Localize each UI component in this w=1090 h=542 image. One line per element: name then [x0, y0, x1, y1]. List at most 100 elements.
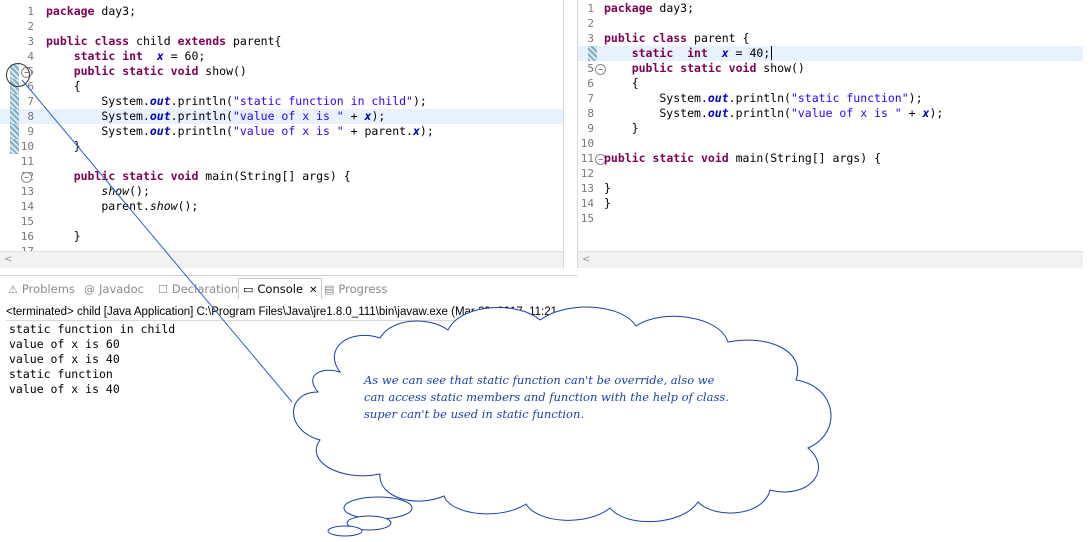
code-token: void [170, 169, 199, 183]
code-line[interactable]: 14 parent.show(); [0, 199, 563, 214]
code-line[interactable]: 12 [578, 166, 1083, 181]
editor-child-java[interactable]: 1 package day3; 2 3 public class child exten… [0, 0, 564, 268]
line-number: 11 [580, 152, 594, 165]
code-line[interactable]: 8 System.out.println("value of x is " + … [0, 109, 563, 124]
tab-label: Javadoc [99, 282, 144, 296]
close-icon[interactable]: ✕ [309, 285, 317, 296]
code-line[interactable]: 7 System.out.println("static function"); [578, 91, 1083, 106]
code-token: "static function" [790, 91, 909, 105]
code-line[interactable]: 7 System.out.println("static function in… [0, 94, 563, 109]
code-token: System. [46, 124, 150, 138]
code-token: ); [419, 124, 434, 138]
horizontal-scrollbar[interactable]: < [578, 251, 1083, 268]
line-number: 14 [580, 197, 594, 210]
code-token: .println( [728, 91, 791, 105]
tab-declaration[interactable]: ☐ Declaration [158, 280, 238, 298]
code-token: public [604, 151, 646, 165]
line-number: 10 [580, 137, 594, 150]
tab-label: Declaration [171, 282, 239, 296]
code-line[interactable]: 9 } [578, 121, 1083, 136]
code-line[interactable]: 1 package day3; [578, 1, 1083, 16]
code-line[interactable]: 13 show(); [0, 184, 563, 199]
tab-progress[interactable]: ▤ Progress [324, 280, 387, 298]
line-number: 4 [27, 50, 34, 63]
line-number: 15 [580, 212, 594, 225]
code-line[interactable]: 1 package day3; [0, 4, 563, 19]
code-line[interactable]: 16 } [0, 229, 563, 244]
code-line[interactable]: 4 static int x = 60; [0, 49, 563, 64]
line-number: 6 [587, 77, 594, 90]
code-line[interactable]: 9 System.out.println("value of x is " + … [0, 124, 563, 139]
fold-toggle-icon[interactable]: − [21, 172, 32, 183]
scroll-left-icon[interactable]: < [582, 254, 590, 265]
code-token: x [412, 124, 420, 138]
code-token: main(String[] args) { [198, 169, 351, 183]
code-line[interactable]: 12− public static void main(String[] arg… [0, 169, 563, 184]
code-line[interactable]: 15 [578, 211, 1083, 226]
code-line[interactable]: 5− public static void show() [578, 61, 1083, 76]
line-number: 11 [20, 155, 34, 168]
code-text: public class parent { [604, 31, 749, 46]
code-token: static [122, 64, 164, 78]
code-line[interactable]: 13} [578, 181, 1083, 196]
code-line[interactable]: 5− public static void show() [0, 64, 563, 79]
editor-parent-java[interactable]: 1 package day3; 2 3 public class parent {4 s… [577, 0, 1083, 268]
code-line[interactable]: 3 public class child extends parent{ [0, 34, 563, 49]
code-token: out [149, 94, 171, 108]
change-marker [10, 94, 19, 109]
tab-console[interactable]: ▭ Console ✕ [238, 278, 323, 299]
line-number: 13 [20, 185, 34, 198]
code-token: "static function in child" [232, 94, 413, 108]
code-text: parent.show(); [46, 199, 198, 214]
code-text: { [604, 76, 639, 91]
code-token: void [170, 64, 199, 78]
code-text: static int x = 40;​ [604, 46, 773, 61]
code-token: = 60; [163, 49, 206, 63]
code-token: out [707, 106, 729, 120]
code-line[interactable]: 3 public class parent { [578, 31, 1083, 46]
annotation-line-3: super can't be used in static function. [364, 407, 585, 421]
code-text: } [46, 139, 81, 154]
code-line[interactable]: 2 [0, 19, 563, 34]
code-line[interactable]: 14} [578, 196, 1083, 211]
code-line[interactable]: 6 { [0, 79, 563, 94]
code-line[interactable]: 4 static int x = 40;​ [578, 46, 1083, 61]
console-output-line: value of x is 40 [9, 382, 120, 396]
code-line[interactable]: 15 [0, 214, 563, 229]
console-output-line: static function [9, 367, 113, 381]
code-text: } [604, 181, 611, 196]
code-token: show [101, 184, 130, 198]
code-token: .println( [170, 94, 233, 108]
code-token: public [46, 34, 88, 48]
code-line[interactable]: 11 [0, 154, 563, 169]
scroll-left-icon[interactable]: < [4, 254, 12, 265]
code-text: public static void show() [46, 64, 247, 79]
change-marker [10, 109, 19, 124]
code-line[interactable]: 10 [578, 136, 1083, 151]
problems-icon: ⚠ [8, 283, 18, 296]
code-token: static [631, 46, 674, 60]
code-line[interactable]: 2 [578, 16, 1083, 31]
code-line[interactable]: 6 { [578, 76, 1083, 91]
code-token: .println( [170, 124, 233, 138]
code-line[interactable]: 8 System.out.println("value of x is " + … [578, 106, 1083, 121]
horizontal-scrollbar[interactable]: < [0, 251, 563, 268]
code-line[interactable]: 10 } [0, 139, 563, 154]
code-token: parent. [46, 199, 150, 213]
code-token: extends [177, 34, 227, 48]
code-text: } [46, 229, 81, 244]
code-token: } [604, 196, 611, 210]
code-token: System. [604, 106, 708, 120]
code-token: int [122, 49, 143, 63]
tab-problems[interactable]: ⚠ Problems [8, 280, 75, 298]
code-line[interactable]: 11− public static void main(String[] args… [578, 151, 1083, 166]
tab-javadoc[interactable]: @ Javadoc [84, 280, 144, 298]
annotation-text: As we can see that static function can't… [364, 372, 774, 423]
code-token: ); [412, 94, 427, 108]
code-token: .println( [728, 106, 791, 120]
